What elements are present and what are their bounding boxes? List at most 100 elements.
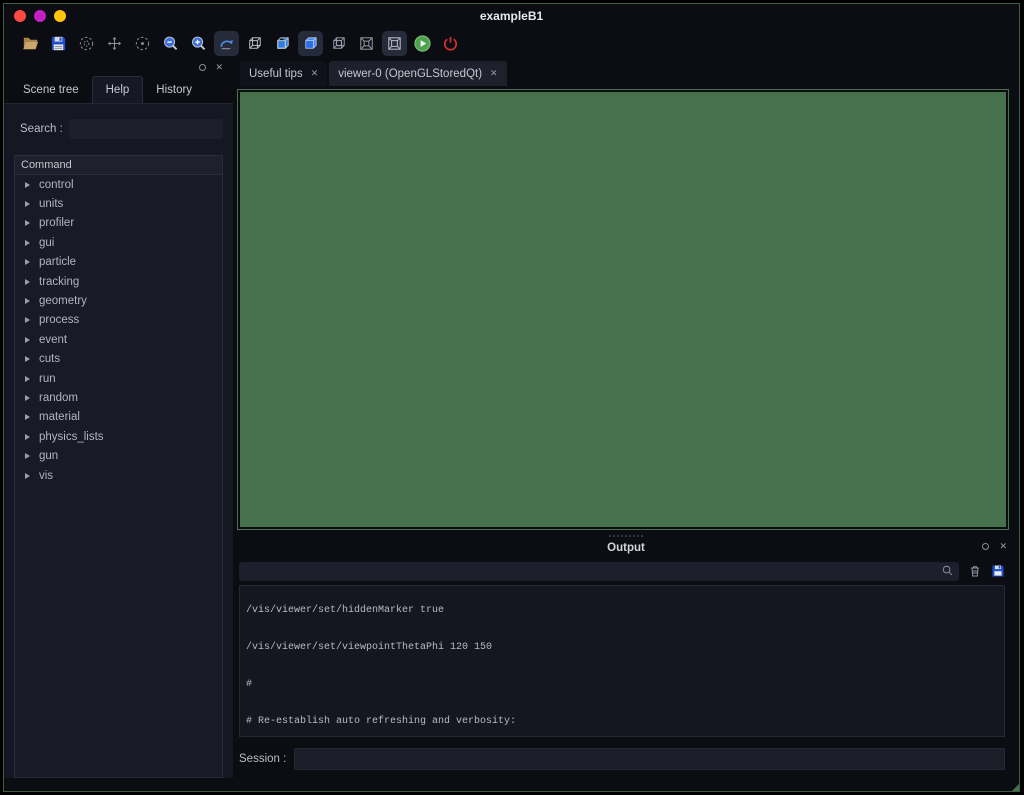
hidden-line-removal-button[interactable] — [270, 31, 295, 56]
close-tab-icon[interactable]: ✕ — [490, 68, 498, 79]
output-search-input[interactable] — [239, 561, 959, 581]
move-button[interactable] — [102, 31, 127, 56]
command-tree: Command control units profiler gui parti… — [14, 155, 223, 778]
tree-item-control[interactable]: control — [15, 175, 222, 194]
tree-item-random[interactable]: random — [15, 388, 222, 407]
console-line: /vis/viewer/set/viewpointThetaPhi 120 15… — [246, 642, 493, 654]
left-dock-tabbar: Scene tree Help History — [4, 75, 233, 103]
perspective-button[interactable] — [354, 31, 379, 56]
tab-scene-tree[interactable]: Scene tree — [10, 76, 92, 103]
save-output-button[interactable] — [991, 564, 1005, 578]
tab-help[interactable]: Help — [91, 76, 144, 103]
pick-button[interactable] — [130, 31, 155, 56]
save-button[interactable] — [46, 31, 71, 56]
zoom-window-button[interactable] — [54, 10, 66, 22]
expand-arrow-icon[interactable] — [25, 278, 30, 285]
tree-item-event[interactable]: event — [15, 330, 222, 349]
exit-button[interactable] — [438, 31, 463, 56]
hidden-line-cube-icon — [277, 37, 289, 49]
expand-arrow-icon[interactable] — [25, 453, 30, 460]
zoom-in-button[interactable] — [186, 31, 211, 56]
output-close-button[interactable]: ✕ — [999, 542, 1007, 551]
resize-grip[interactable] — [1012, 784, 1019, 791]
expand-arrow-icon[interactable] — [25, 239, 30, 246]
expand-arrow-icon[interactable] — [25, 433, 30, 440]
output-float-button[interactable] — [982, 543, 990, 550]
run-play-icon — [414, 35, 431, 52]
title-bar: exampleB1 — [4, 4, 1019, 28]
viewer-frame — [237, 89, 1009, 530]
tree-item-vis[interactable]: vis — [15, 466, 222, 485]
zoom-out-button[interactable] — [158, 31, 183, 56]
expand-arrow-icon[interactable] — [25, 375, 30, 382]
orthographic-icon — [388, 37, 401, 50]
close-tab-icon[interactable]: ✕ — [311, 68, 319, 79]
solid-button[interactable] — [298, 31, 323, 56]
expand-arrow-icon[interactable] — [25, 472, 30, 479]
tree-item-gui[interactable]: gui — [15, 233, 222, 252]
expand-arrow-icon[interactable] — [25, 336, 30, 343]
window-title: exampleB1 — [479, 9, 544, 23]
dock-close-button[interactable]: ✕ — [215, 62, 223, 72]
expand-arrow-icon[interactable] — [25, 414, 30, 421]
trash-icon — [971, 565, 979, 576]
search-icon — [942, 565, 953, 576]
tree-item-gun[interactable]: gun — [15, 446, 222, 465]
expand-arrow-icon[interactable] — [25, 317, 30, 324]
console-line: # Re-establish auto refreshing and verbo… — [246, 716, 517, 728]
output-dock: Output ✕ /vis/viewer/set/hiddenMarker tr… — [233, 534, 1019, 791]
toolbar — [4, 28, 1019, 59]
tree-item-particle[interactable]: particle — [15, 253, 222, 272]
run-beam-on-button[interactable] — [410, 31, 435, 56]
tree-item-tracking[interactable]: tracking — [15, 272, 222, 291]
dock-float-button[interactable] — [199, 63, 207, 71]
tree-item-profiler[interactable]: profiler — [15, 214, 222, 233]
hidden-line-surface-cube-icon — [333, 37, 345, 49]
mouse-rotate-icon — [220, 39, 233, 50]
minimize-window-button[interactable] — [34, 10, 46, 22]
tree-item-material[interactable]: material — [15, 408, 222, 427]
session-label: Session : — [239, 753, 287, 765]
rotate-button[interactable] — [74, 31, 99, 56]
expand-arrow-icon[interactable] — [25, 181, 30, 188]
open-button[interactable] — [18, 31, 43, 56]
expand-arrow-icon[interactable] — [25, 259, 30, 266]
splitter-handle[interactable] — [609, 535, 643, 537]
solid-cube-icon — [305, 37, 317, 49]
tree-item-process[interactable]: process — [15, 311, 222, 330]
mouse-rotate-button[interactable] — [214, 31, 239, 56]
traffic-lights — [14, 10, 66, 22]
search-row: Search : — [20, 119, 223, 139]
expand-arrow-icon[interactable] — [25, 220, 30, 227]
close-window-button[interactable] — [14, 10, 26, 22]
tree-item-run[interactable]: run — [15, 369, 222, 388]
tree-item-cuts[interactable]: cuts — [15, 350, 222, 369]
tab-history[interactable]: History — [143, 76, 205, 103]
open-folder-icon — [22, 37, 39, 50]
clear-output-button[interactable] — [968, 564, 982, 578]
tree-item-units[interactable]: units — [15, 194, 222, 213]
tree-item-geometry[interactable]: geometry — [15, 291, 222, 310]
hidden-line-surface-removal-button[interactable] — [326, 31, 351, 56]
save-floppy-icon — [992, 565, 1004, 576]
move-icon — [107, 36, 122, 51]
expand-arrow-icon[interactable] — [25, 394, 30, 401]
tab-useful-tips[interactable]: Useful tips ✕ — [240, 61, 328, 86]
session-input[interactable] — [294, 748, 1005, 770]
wireframe-button[interactable] — [242, 31, 267, 56]
expand-arrow-icon[interactable] — [25, 201, 30, 208]
output-console[interactable]: /vis/viewer/set/hiddenMarker true /vis/v… — [239, 585, 1005, 737]
left-dock-controls: ✕ — [4, 59, 233, 75]
search-input[interactable] — [68, 119, 223, 139]
orthographic-button[interactable] — [382, 31, 407, 56]
tree-item-physics-lists[interactable]: physics_lists — [15, 427, 222, 446]
expand-arrow-icon[interactable] — [25, 298, 30, 305]
zoom-out-icon — [164, 36, 178, 51]
tab-viewer-0[interactable]: viewer-0 (OpenGLStoredQt) ✕ — [329, 61, 507, 86]
expand-arrow-icon[interactable] — [25, 356, 30, 363]
help-panel: Search : Command control units profiler … — [4, 103, 233, 778]
output-title: Output — [607, 542, 645, 554]
console-line: # — [246, 679, 253, 691]
opengl-viewport[interactable] — [240, 92, 1006, 527]
save-floppy-icon — [51, 36, 66, 51]
